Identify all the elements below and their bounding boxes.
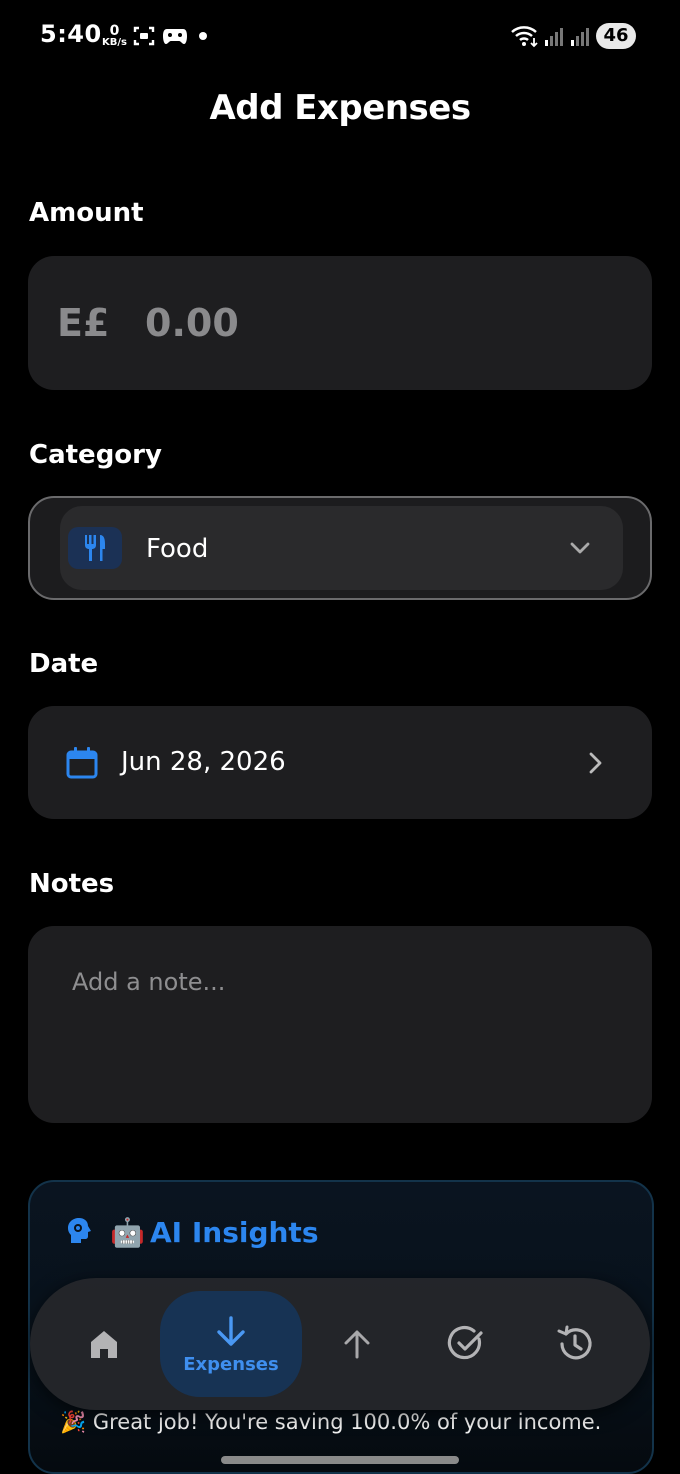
category-selected-value: Food: [146, 534, 209, 564]
amount-placeholder: 0.00: [145, 301, 239, 345]
amount-label: Amount: [29, 198, 144, 228]
arrow-down-icon: [217, 1315, 245, 1346]
notes-label: Notes: [29, 869, 115, 899]
home-icon: [91, 1331, 117, 1358]
network-speed-unit: KB/s: [102, 37, 127, 48]
notification-dot-icon: [199, 32, 207, 40]
battery-indicator: 46: [596, 23, 636, 49]
amount-input[interactable]: E£ 0.00: [28, 256, 652, 390]
bottom-navigation: Expenses: [30, 1278, 650, 1410]
category-dropdown[interactable]: Food: [60, 506, 623, 590]
history-icon: [557, 1325, 592, 1360]
calendar-icon: [66, 747, 98, 779]
nav-income[interactable]: [327, 1278, 387, 1410]
check-circle-icon: [447, 1325, 483, 1360]
nav-history[interactable]: [545, 1278, 605, 1410]
screenshot-icon: [133, 26, 155, 46]
notes-card: [28, 926, 652, 1123]
ai-insight-message: 🎉 Great job! You're saving 100.0% of you…: [60, 1410, 602, 1434]
signal-2-icon: [571, 28, 589, 46]
page-title: Add Expenses: [209, 88, 471, 128]
network-speed: 0 KB/s: [102, 24, 127, 48]
chevron-down-icon: [570, 542, 590, 554]
arrow-up-icon: [344, 1330, 370, 1359]
category-icon-box: [68, 527, 122, 569]
home-indicator[interactable]: [221, 1456, 459, 1464]
status-bar: 5:40 0 KB/s 46: [0, 0, 680, 72]
network-speed-value: 0: [109, 23, 120, 39]
nav-expenses-label: Expenses: [183, 1353, 279, 1375]
signal-1-icon: [545, 28, 563, 46]
category-field: Food: [28, 496, 652, 600]
date-label: Date: [29, 649, 99, 679]
chevron-right-icon: [589, 752, 602, 774]
currency-symbol: E£: [57, 301, 110, 345]
category-label: Category: [29, 440, 162, 470]
date-picker[interactable]: Jun 28, 2026: [28, 706, 652, 819]
gamepad-icon: [163, 29, 187, 44]
notes-input[interactable]: [70, 966, 614, 1090]
ai-insights-title: AI Insights: [150, 1216, 319, 1249]
fork-knife-icon: [85, 535, 105, 561]
nav-goals[interactable]: [436, 1278, 496, 1410]
date-value: Jun 28, 2026: [121, 747, 286, 777]
status-time: 5:40: [40, 20, 102, 48]
nav-home[interactable]: [74, 1278, 134, 1410]
wifi-icon: [511, 26, 538, 48]
robot-emoji: 🤖: [110, 1216, 145, 1249]
nav-expenses[interactable]: Expenses: [160, 1291, 302, 1397]
ai-brain-icon: [68, 1218, 91, 1243]
